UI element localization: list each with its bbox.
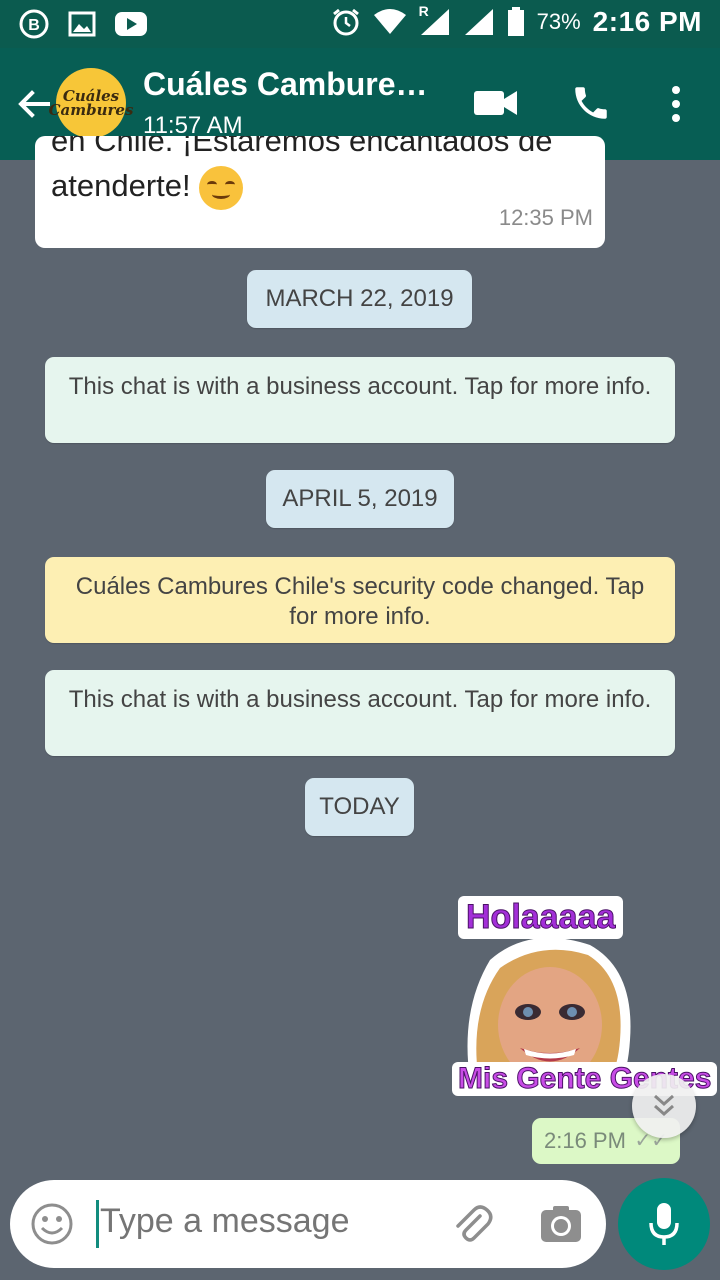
status-bar: B R 73% 2:16 PM [0,0,720,48]
message-time: 2:16 PM [544,1128,626,1153]
scroll-down-button[interactable] [632,1074,696,1138]
gallery-icon [68,11,96,37]
sticker-message[interactable]: Holaaaaa Mis Gente Gentes [452,890,718,1108]
battery-percent: 73% [536,9,581,34]
signal-icon [464,9,493,35]
emoji-icon[interactable] [30,1202,74,1246]
whatsapp-business-icon: B [19,9,49,39]
battery-icon [507,7,524,36]
incoming-message[interactable]: en Chile. ¡Estaremos encantados de atend… [35,136,605,248]
wifi-icon [373,9,406,34]
message-composer [10,1180,606,1268]
alarm-icon [332,8,359,36]
security-code-notice[interactable]: Cuáles Cambures Chile's security code ch… [45,557,675,643]
message-time: 12:35 PM [498,205,593,230]
mic-icon [649,1203,679,1245]
youtube-icon [115,12,147,36]
business-account-notice[interactable]: This chat is with a business account. Ta… [45,357,675,443]
contact-name[interactable]: Cuáles Cambure… [143,66,428,103]
avatar[interactable]: Cuáles Cambures [49,68,133,138]
scroll-down-icon [654,1094,674,1117]
date-separator: APRIL 5, 2019 [266,470,454,528]
date-separator: MARCH 22, 2019 [247,270,472,328]
avatar-logo-text: Cuáles Cambures [48,87,134,119]
svg-text:B: B [28,17,40,34]
message-line: atenderte! [51,168,191,203]
attach-icon[interactable] [450,1202,494,1246]
mic-button[interactable] [618,1178,710,1270]
roaming-indicator: R [418,3,429,19]
date-separator: TODAY [305,778,414,836]
message-line: en Chile. ¡Estaremos encantados de [51,136,553,158]
clock: 2:16 PM [592,6,702,37]
video-call-icon[interactable] [474,88,518,118]
sticker-caption-top: Holaaaaa [458,896,624,939]
message-input[interactable] [100,1202,430,1241]
phone-icon[interactable] [570,82,612,124]
smiling-face-icon [199,165,244,210]
business-account-notice[interactable]: This chat is with a business account. Ta… [45,670,675,756]
text-caret [96,1200,99,1248]
more-vert-icon[interactable] [662,84,690,124]
camera-icon[interactable] [540,1204,582,1244]
